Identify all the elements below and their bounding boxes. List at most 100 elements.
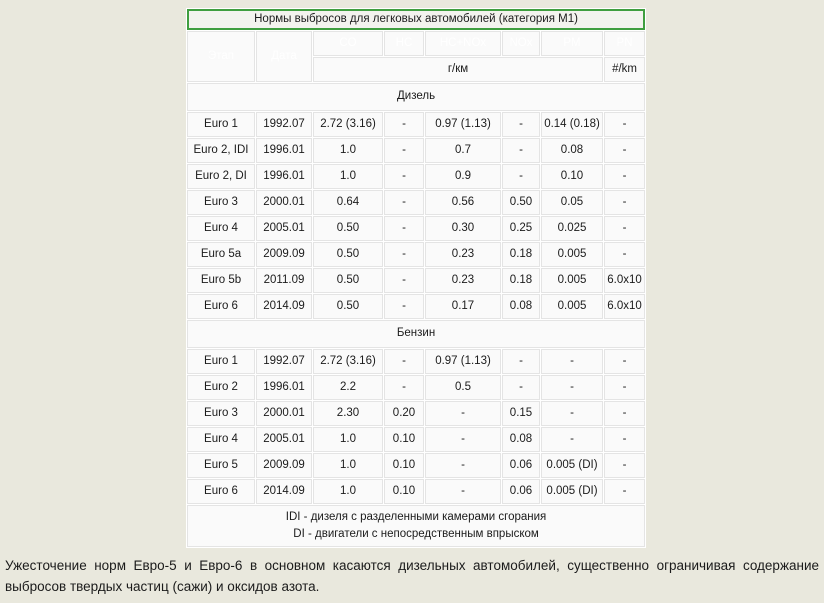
cell-stage: Euro 5: [187, 453, 255, 478]
cell-nox: 0.08: [502, 294, 540, 319]
cell-nox: -: [502, 138, 540, 163]
emissions-table-container: Нормы выбросов для легковых автомобилей …: [186, 8, 647, 548]
cell-pn: -: [604, 112, 646, 137]
section-title-gasoline: Бензин: [187, 320, 646, 348]
cell-date: 1996.01: [256, 138, 312, 163]
cell-hc: 0.10: [384, 453, 424, 478]
cell-hc: -: [384, 190, 424, 215]
emissions-standards-table: Нормы выбросов для легковых автомобилей …: [186, 8, 647, 548]
table-row: Euro 2, DI 1996.01 1.0 - 0.9 - 0.10 -: [187, 164, 646, 189]
cell-hc-nox: -: [425, 401, 501, 426]
cell-pm: -: [541, 375, 603, 400]
cell-co: 1.0: [313, 164, 383, 189]
header-nox: NOx: [502, 31, 540, 56]
table-row: Euro 1 1992.07 2.72 (3.16) - 0.97 (1.13)…: [187, 349, 646, 374]
cell-stage: Euro 2, IDI: [187, 138, 255, 163]
cell-nox: -: [502, 112, 540, 137]
cell-stage: Euro 4: [187, 216, 255, 241]
cell-hc: 0.10: [384, 479, 424, 504]
cell-nox: -: [502, 164, 540, 189]
table-row: Euro 5 2009.09 1.0 0.10 - 0.06 0.005 (DI…: [187, 453, 646, 478]
cell-pn: -: [604, 349, 646, 374]
table-row: Euro 5a 2009.09 0.50 - 0.23 0.18 0.005 -: [187, 242, 646, 267]
cell-hc: -: [384, 112, 424, 137]
cell-nox: 0.06: [502, 453, 540, 478]
table-row: Euro 1 1992.07 2.72 (3.16) - 0.97 (1.13)…: [187, 112, 646, 137]
table-row: Euro 6 2014.09 0.50 - 0.17 0.08 0.005 6.…: [187, 294, 646, 319]
cell-hc: -: [384, 164, 424, 189]
cell-hc-nox: -: [425, 427, 501, 452]
caption-text: Ужесточение норм Евро-5 и Евро-6 в основ…: [5, 558, 819, 594]
cell-stage: Euro 1: [187, 112, 255, 137]
cell-pn: -: [604, 375, 646, 400]
cell-pm: 0.005: [541, 242, 603, 267]
cell-hc: -: [384, 294, 424, 319]
cell-co: 0.50: [313, 242, 383, 267]
cell-nox: 0.15: [502, 401, 540, 426]
cell-hc-nox: 0.7: [425, 138, 501, 163]
header-co: CO: [313, 31, 383, 56]
table-row: Euro 6 2014.09 1.0 0.10 - 0.06 0.005 (DI…: [187, 479, 646, 504]
table-footnote-row: IDI - дизеля с разделенными камерами сго…: [187, 505, 646, 547]
unit-mass: г/км: [313, 57, 603, 82]
cell-pn: -: [604, 216, 646, 241]
cell-stage: Euro 5a: [187, 242, 255, 267]
cell-pm: -: [541, 427, 603, 452]
cell-stage: Euro 3: [187, 190, 255, 215]
cell-pm: 0.025: [541, 216, 603, 241]
cell-date: 2005.01: [256, 427, 312, 452]
cell-pm: 0.14 (0.18): [541, 112, 603, 137]
table-body: Нормы выбросов для легковых автомобилей …: [187, 9, 646, 547]
cell-pm: 0.05: [541, 190, 603, 215]
cell-pn: 6.0x10: [604, 294, 646, 319]
cell-hc: -: [384, 268, 424, 293]
cell-date: 2009.09: [256, 453, 312, 478]
table-row: Euro 4 2005.01 0.50 - 0.30 0.25 0.025 -: [187, 216, 646, 241]
cell-nox: 0.25: [502, 216, 540, 241]
cell-pm: -: [541, 349, 603, 374]
cell-hc-nox: 0.56: [425, 190, 501, 215]
section-header-diesel: Дизель: [187, 83, 646, 111]
cell-date: 2011.09: [256, 268, 312, 293]
section-title-diesel: Дизель: [187, 83, 646, 111]
cell-date: 1992.07: [256, 349, 312, 374]
cell-pn: 6.0x10: [604, 268, 646, 293]
cell-hc: 0.20: [384, 401, 424, 426]
footnote-idi: IDI - дизеля с разделенными камерами сго…: [285, 511, 547, 524]
cell-co: 1.0: [313, 427, 383, 452]
cell-hc-nox: 0.97 (1.13): [425, 349, 501, 374]
caption-block: Ужесточение норм Евро-5 и Евро-6 в основ…: [5, 556, 819, 598]
cell-stage: Euro 1: [187, 349, 255, 374]
cell-pn: -: [604, 164, 646, 189]
cell-pn: -: [604, 427, 646, 452]
cell-co: 0.50: [313, 216, 383, 241]
table-row: Euro 4 2005.01 1.0 0.10 - 0.08 - -: [187, 427, 646, 452]
cell-pn: -: [604, 138, 646, 163]
cell-co: 2.2: [313, 375, 383, 400]
cell-co: 2.72 (3.16): [313, 112, 383, 137]
cell-pm: 0.005 (DI): [541, 453, 603, 478]
cell-hc: -: [384, 138, 424, 163]
table-row: Euro 2 1996.01 2.2 - 0.5 - - -: [187, 375, 646, 400]
cell-hc-nox: 0.5: [425, 375, 501, 400]
cell-date: 1996.01: [256, 375, 312, 400]
header-pn: PN: [604, 31, 646, 56]
cell-hc-nox: 0.17: [425, 294, 501, 319]
cell-hc-nox: 0.23: [425, 242, 501, 267]
cell-co: 0.50: [313, 268, 383, 293]
cell-pm: 0.005: [541, 268, 603, 293]
cell-pm: 0.005: [541, 294, 603, 319]
cell-co: 1.0: [313, 453, 383, 478]
cell-nox: 0.18: [502, 242, 540, 267]
cell-pm: 0.08: [541, 138, 603, 163]
cell-stage: Euro 2: [187, 375, 255, 400]
cell-pn: -: [604, 190, 646, 215]
unit-number: #/km: [604, 57, 646, 82]
table-title-row: Нормы выбросов для легковых автомобилей …: [187, 9, 646, 30]
cell-pn: -: [604, 242, 646, 267]
cell-pn: -: [604, 479, 646, 504]
cell-nox: 0.06: [502, 479, 540, 504]
cell-date: 1992.07: [256, 112, 312, 137]
footnote-di: DI - двигатели с непосредственным впрыск…: [293, 528, 539, 540]
cell-date: 2014.09: [256, 294, 312, 319]
